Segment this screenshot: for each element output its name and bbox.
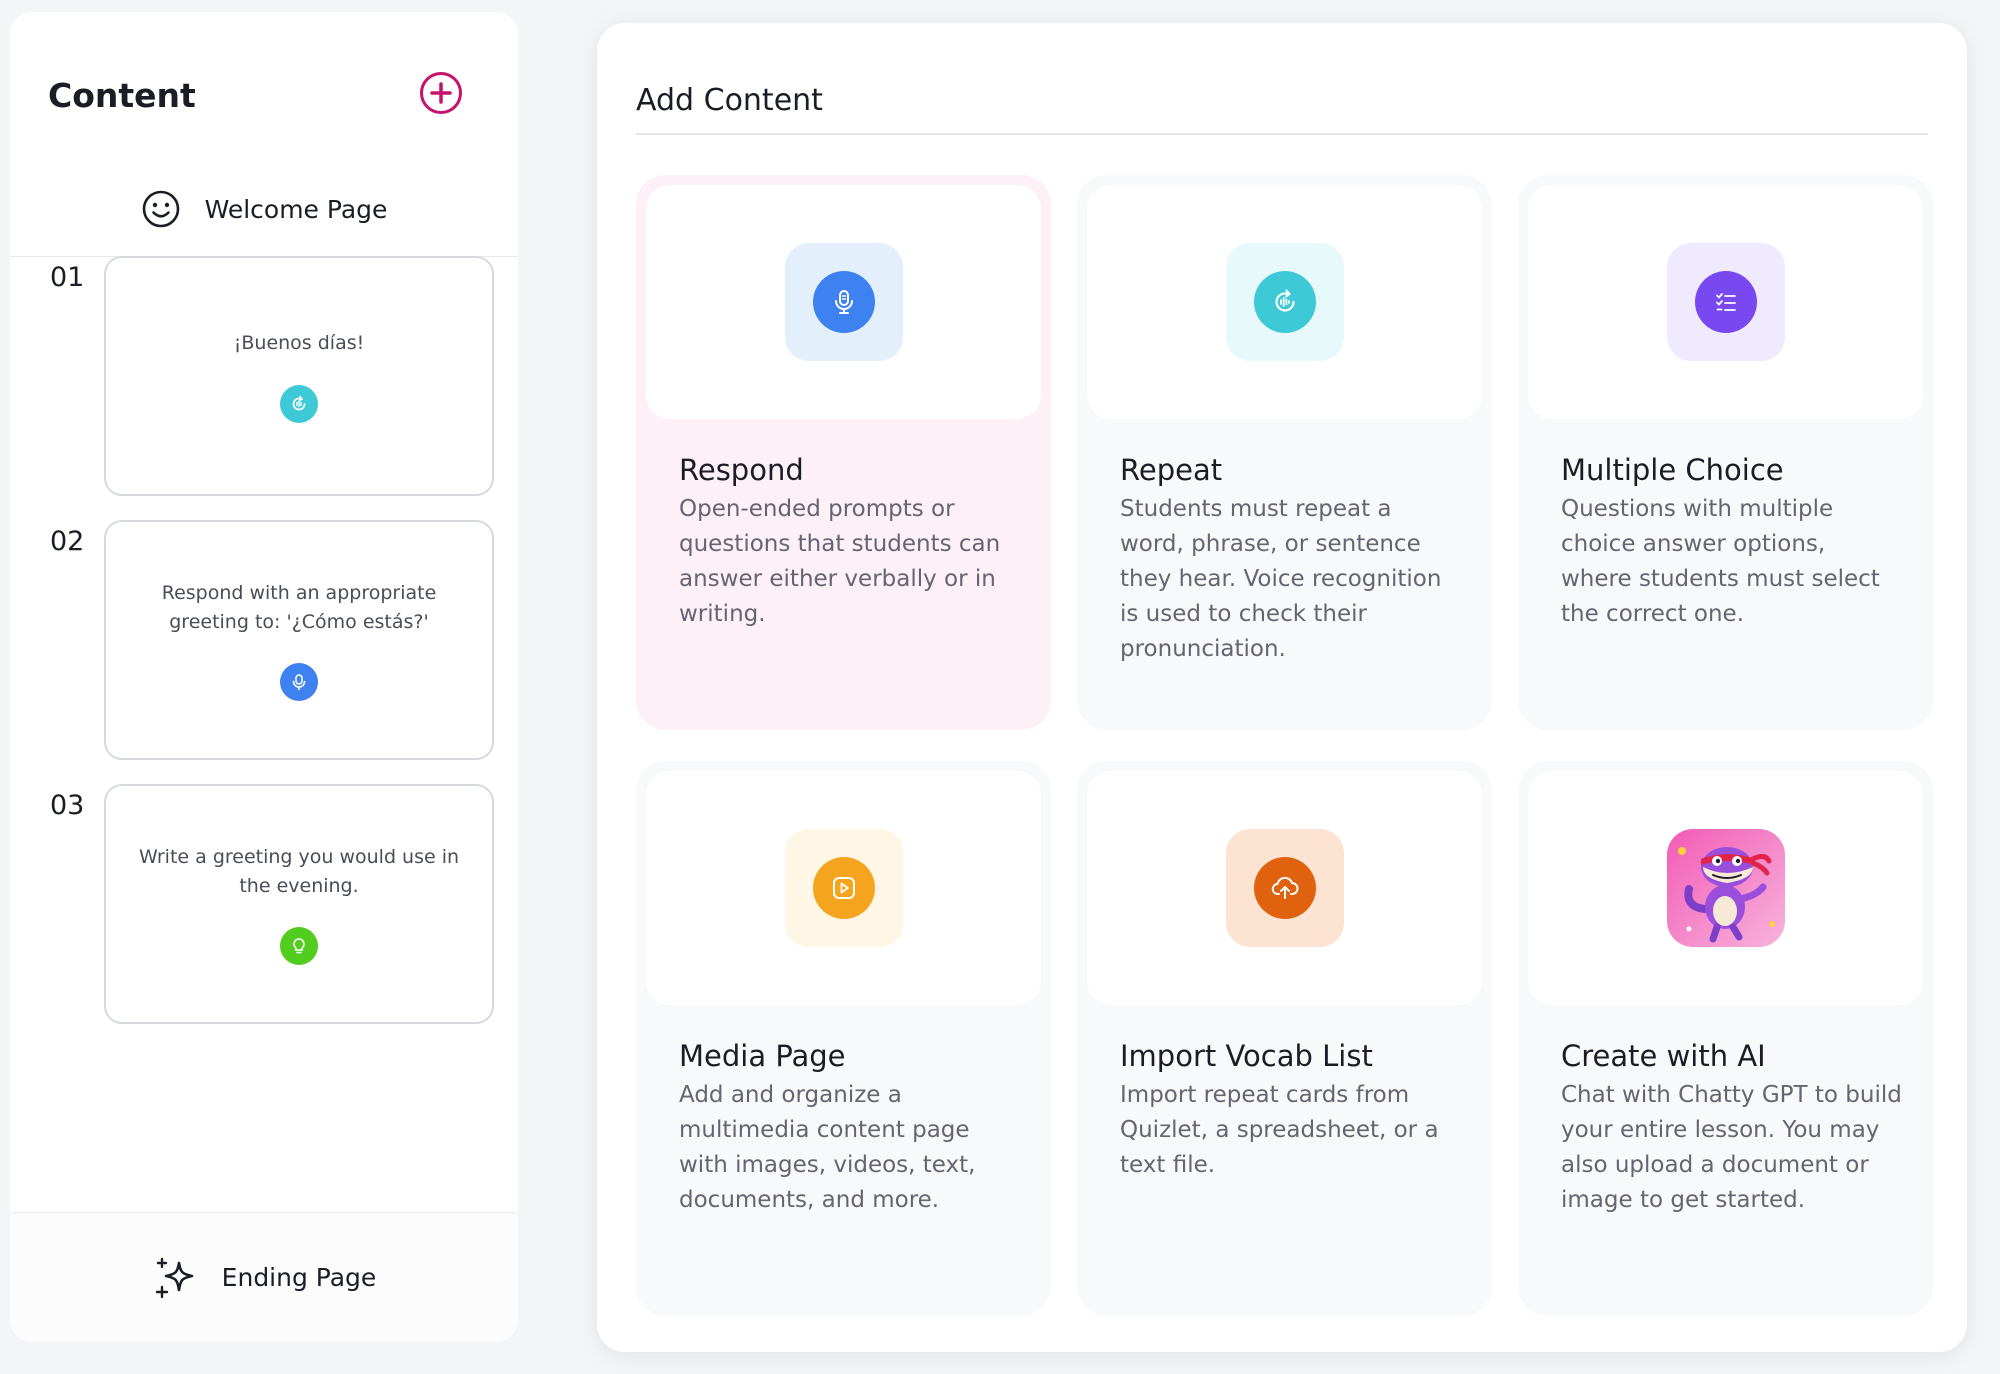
tile-icon-area [1087, 771, 1482, 1005]
icon-box [1225, 243, 1344, 361]
tile-icon-area [646, 185, 1041, 419]
icon-box [784, 829, 903, 947]
welcome-page-label: Welcome Page [204, 194, 388, 224]
tile-description: Chat with Chatty GPT to build your entir… [1561, 1082, 1902, 1213]
slide-row: 01 ¡Buenos días! [10, 256, 518, 496]
tile-icon-area [1087, 185, 1482, 419]
play-icon [812, 857, 875, 919]
content-sidebar: Content Welcome Page 01 ¡Buenos días! 02… [10, 12, 518, 1342]
slide-card[interactable]: Write a greeting you would use in the ev… [104, 784, 494, 1024]
ending-page-item[interactable]: Ending Page [10, 1212, 518, 1342]
slide-number: 03 [50, 790, 85, 821]
slide-text: Write a greeting you would use in the ev… [138, 845, 460, 897]
slide-text: ¡Buenos días! [233, 332, 365, 355]
tile-icon-area [1528, 771, 1923, 1005]
slide-card[interactable]: Respond with an appropriate greeting to:… [104, 520, 494, 760]
icon-box [1666, 243, 1785, 361]
mascot-icon [1666, 829, 1785, 947]
add-content-panel: Add Content Respond Open-ended prompts o… [597, 23, 1967, 1352]
checklist-icon [1694, 271, 1757, 333]
sidebar-title: Content [48, 76, 196, 115]
cloud-upload-icon [1253, 857, 1316, 919]
plus-icon [430, 82, 452, 104]
slide-number: 01 [50, 262, 85, 293]
tile-description: Add and organize a multimedia content pa… [679, 1082, 976, 1213]
icon-box [784, 243, 903, 361]
tile-description: Questions with multiple choice answer op… [1561, 496, 1880, 627]
slide-card[interactable]: ¡Buenos días! [104, 256, 494, 496]
ending-page-label: Ending Page [221, 1263, 377, 1292]
repeat-tile[interactable]: Repeat Students must repeat a word, phra… [1077, 175, 1492, 730]
tile-description: Open-ended prompts or questions that stu… [679, 496, 1001, 627]
tile-description: Import repeat cards from Quizlet, a spre… [1120, 1082, 1439, 1178]
slide-row: 02 Respond with an appropriate greeting … [10, 520, 518, 760]
panel-divider [636, 133, 1928, 135]
tile-title: Create with AI [1561, 1039, 1766, 1073]
multiple-choice-tile[interactable]: Multiple Choice Questions with multiple … [1518, 175, 1933, 730]
import-vocab-tile[interactable]: Import Vocab List Import repeat cards fr… [1077, 761, 1492, 1316]
sparkles-icon [155, 1257, 193, 1298]
media-page-tile[interactable]: Media Page Add and organize a multimedia… [636, 761, 1051, 1316]
slide-number: 02 [50, 526, 85, 557]
respond-tile[interactable]: Respond Open-ended prompts or questions … [636, 175, 1051, 730]
tile-icon-area [1528, 185, 1923, 419]
repeat-audio-icon [1253, 271, 1316, 333]
panel-title: Add Content [636, 83, 823, 118]
icon-box [1225, 829, 1344, 947]
repeat-icon [280, 384, 318, 423]
tile-title: Multiple Choice [1561, 453, 1784, 487]
add-content-button[interactable] [420, 72, 462, 114]
sidebar-header: Content [48, 72, 462, 122]
smiley-icon [142, 190, 179, 228]
tile-title: Repeat [1120, 453, 1223, 487]
tile-title: Media Page [679, 1039, 846, 1073]
tile-title: Import Vocab List [1120, 1039, 1373, 1073]
tile-icon-area [646, 771, 1041, 1005]
respond-icon [280, 663, 318, 702]
lightbulb-icon [280, 927, 318, 966]
create-with-ai-tile[interactable]: Create with AI Chat with Chatty GPT to b… [1518, 761, 1933, 1316]
welcome-page-item[interactable]: Welcome Page [10, 162, 518, 257]
slide-text: Respond with an appropriate greeting to:… [161, 581, 437, 633]
tile-description: Students must repeat a word, phrase, or … [1120, 496, 1442, 662]
microphone-icon [812, 271, 875, 333]
tile-title: Respond [679, 453, 804, 487]
slide-row: 03 Write a greeting you would use in the… [10, 784, 518, 1024]
